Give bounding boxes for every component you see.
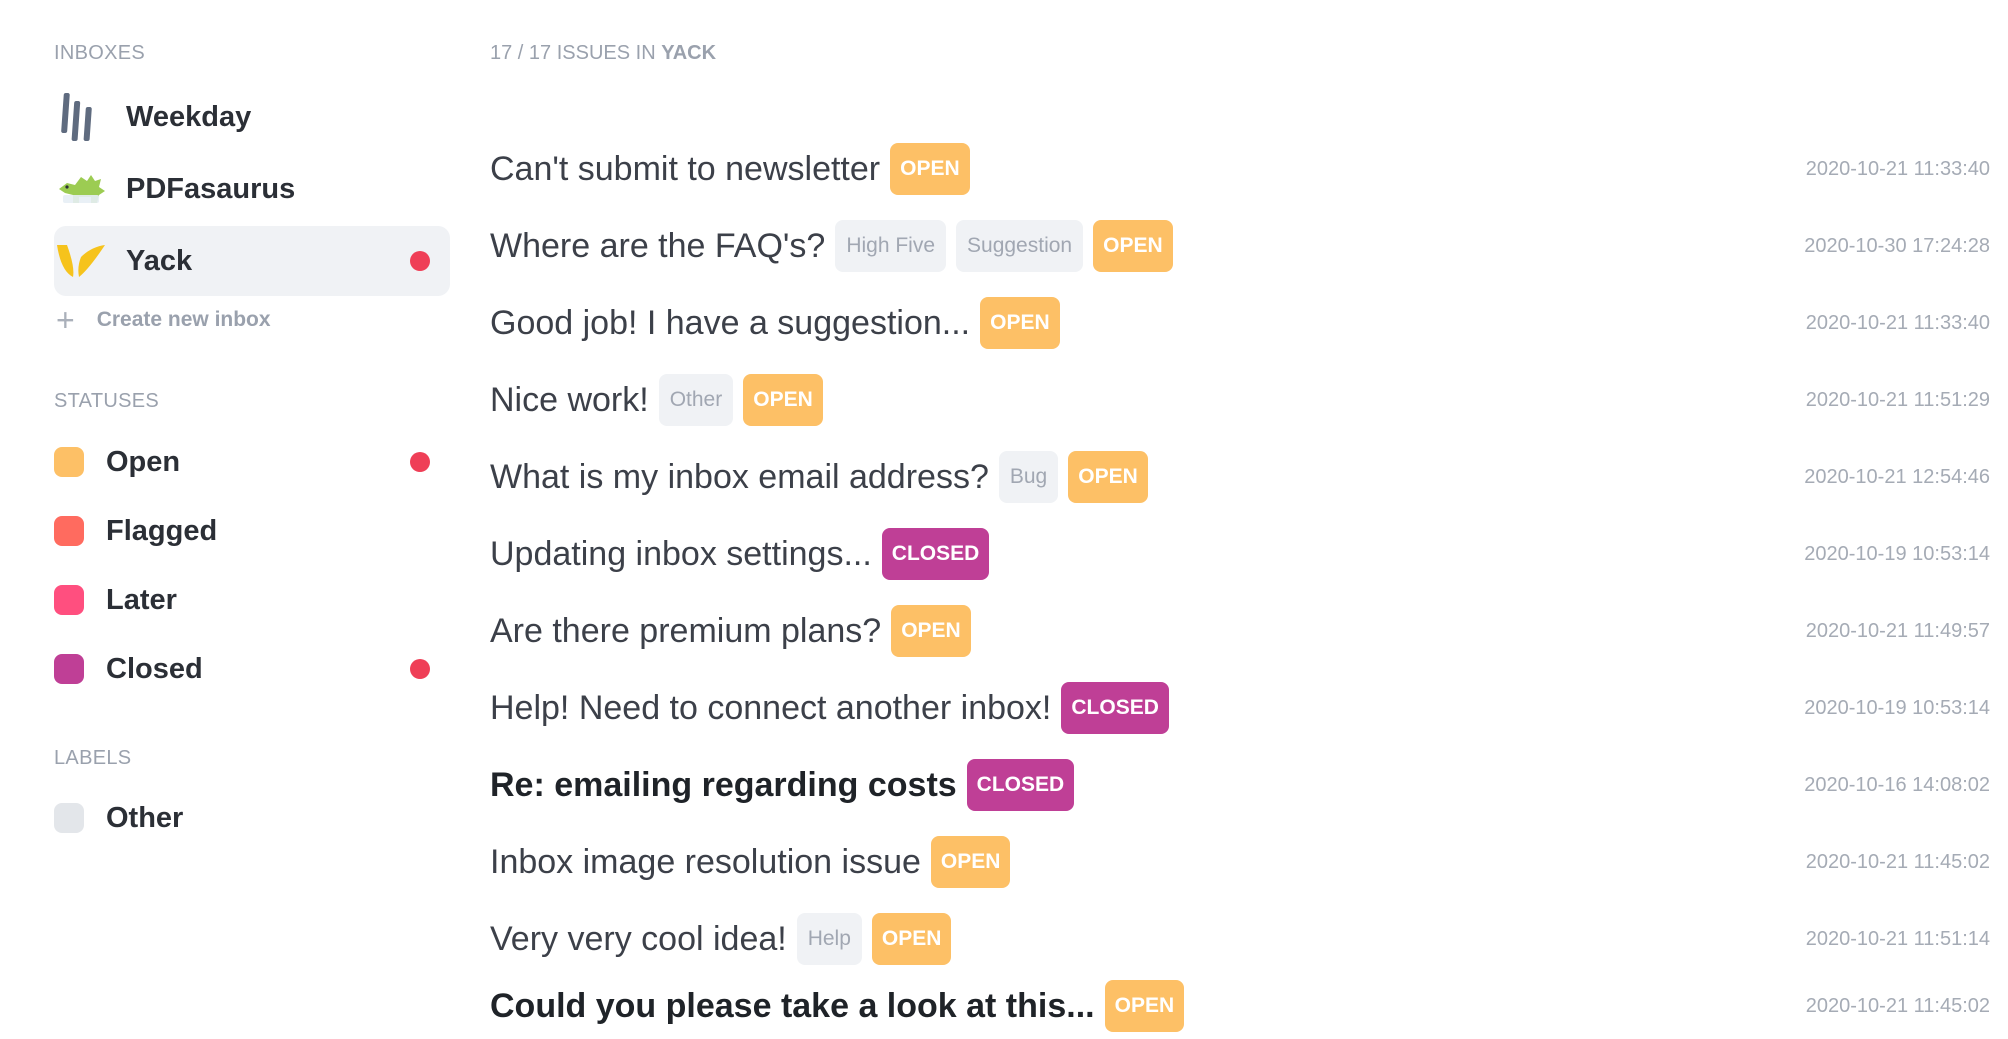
issue-date: 2020-10-21 11:51:29 [1805, 388, 1990, 411]
create-new-inbox-button[interactable]: + Create new inbox [56, 300, 271, 340]
label-label: Other [106, 801, 184, 834]
issue-date: 2020-10-21 11:33:40 [1805, 311, 1990, 334]
issue-date: 2020-10-21 11:51:14 [1805, 927, 1990, 950]
status-badge: CLOSED [1061, 682, 1169, 734]
app: INBOXES Weekday PDFasaurus Yack + Create… [0, 0, 2008, 1039]
issue-date: 2020-10-21 12:54:46 [1804, 465, 1990, 488]
issue-row[interactable]: Very very cool idea! Help OPEN 2020-10-2… [490, 909, 1990, 969]
status-badge: CLOSED [966, 759, 1075, 811]
status-badge: OPEN [1104, 980, 1185, 1032]
issue-title: Re: emailing regarding costs [490, 765, 957, 804]
status-label: Closed [106, 652, 203, 685]
status-swatch [54, 516, 84, 546]
issue-title: Are there premium plans? [490, 611, 882, 650]
label-badge: Other [658, 374, 734, 426]
inbox-label: PDFasaurus [126, 172, 296, 205]
plus-icon: + [56, 302, 75, 338]
issue-date: 2020-10-30 17:24:28 [1804, 234, 1990, 257]
status-item-open[interactable]: Open [54, 437, 450, 487]
create-inbox-label: Create new inbox [96, 308, 271, 331]
issue-title: Good job! I have a suggestion... [490, 303, 971, 342]
label-badge: Help [796, 913, 862, 965]
issue-row[interactable]: Are there premium plans? OPEN 2020-10-21… [490, 601, 1990, 661]
issue-title: Very very cool idea! [490, 919, 787, 958]
issue-title: Could you please take a look at this... [490, 986, 1095, 1025]
issue-title: Updating inbox settings... [490, 534, 872, 573]
status-badge: OPEN [871, 913, 952, 965]
issue-title: Help! Need to connect another inbox! [490, 688, 1052, 727]
status-label: Flagged [106, 514, 218, 547]
unread-indicator [410, 659, 430, 679]
issue-row[interactable]: Nice work! Other OPEN 2020-10-21 11:51:2… [490, 370, 1990, 430]
issue-row[interactable]: Help! Need to connect another inbox! CLO… [490, 678, 1990, 738]
status-swatch [54, 585, 84, 615]
status-badge: OPEN [1068, 451, 1148, 503]
status-swatch [54, 447, 84, 477]
status-label: Open [106, 445, 181, 478]
issue-date: 2020-10-16 14:08:02 [1804, 773, 1990, 796]
issue-date: 2020-10-21 11:45:02 [1805, 850, 1990, 873]
issue-date: 2020-10-19 10:53:14 [1804, 696, 1990, 719]
label-swatch [54, 803, 84, 833]
label-badge: Bug [998, 451, 1059, 503]
status-item-closed[interactable]: Closed [54, 644, 450, 694]
status-item-later[interactable]: Later [54, 575, 450, 625]
status-badge: OPEN [1093, 220, 1173, 272]
issue-list: 17 / 17 ISSUES IN YACK Can't submit to n… [490, 0, 1990, 1039]
sidebar: INBOXES Weekday PDFasaurus Yack + Create… [0, 0, 460, 1039]
issue-row[interactable]: Good job! I have a suggestion... OPEN 20… [490, 293, 1990, 353]
issue-title: Where are the FAQ's? [490, 226, 826, 265]
inbox-item-yack[interactable]: Yack [54, 226, 450, 296]
status-badge: OPEN [980, 297, 1060, 349]
status-swatch [54, 654, 84, 684]
weekday-logo-icon [54, 90, 108, 144]
issue-row[interactable]: Where are the FAQ's? High Five Suggestio… [490, 216, 1990, 276]
inbox-item-weekday[interactable]: Weekday [54, 82, 450, 152]
issue-title: Can't submit to newsletter [490, 149, 881, 188]
issue-count-inbox: YACK [661, 42, 717, 64]
issue-row[interactable]: Inbox image resolution issue OPEN 2020-1… [490, 832, 1990, 892]
inboxes-heading: INBOXES [54, 42, 146, 64]
issue-title: Nice work! [490, 380, 649, 419]
label-badge: Suggestion [956, 220, 1084, 272]
issue-count-heading: 17 / 17 ISSUES IN YACK [490, 42, 716, 65]
issue-title: What is my inbox email address? [490, 457, 989, 496]
status-item-flagged[interactable]: Flagged [54, 506, 450, 556]
labels-heading: LABELS [54, 747, 132, 769]
inbox-label: Yack [126, 244, 193, 277]
label-badge: High Five [835, 220, 947, 272]
issue-row[interactable]: What is my inbox email address? Bug OPEN… [490, 447, 1990, 507]
issue-row[interactable]: Re: emailing regarding costs CLOSED 2020… [490, 755, 1990, 815]
inbox-label: Weekday [126, 100, 252, 133]
label-item-other[interactable]: Other [54, 793, 450, 843]
status-badge: OPEN [743, 374, 823, 426]
unread-indicator [410, 452, 430, 472]
status-badge: OPEN [891, 605, 971, 657]
issue-date: 2020-10-19 10:53:14 [1804, 542, 1990, 565]
dinosaur-logo-icon [54, 162, 108, 216]
issue-date: 2020-10-21 11:33:40 [1805, 157, 1990, 180]
issue-date: 2020-10-21 11:45:02 [1805, 994, 1990, 1017]
issue-row[interactable]: Updating inbox settings... CLOSED 2020-1… [490, 524, 1990, 584]
issue-count-text: 17 / 17 ISSUES IN [490, 42, 656, 64]
status-badge: CLOSED [881, 528, 990, 580]
unread-indicator [410, 251, 430, 271]
status-badge: OPEN [890, 143, 970, 195]
status-badge: OPEN [930, 836, 1011, 888]
issue-row[interactable]: Can't submit to newsletter OPEN 2020-10-… [490, 139, 1990, 199]
issue-title: Inbox image resolution issue [490, 842, 921, 881]
issue-row[interactable]: Could you please take a look at this... … [490, 976, 1990, 1036]
inbox-item-pdfasaurus[interactable]: PDFasaurus [54, 154, 450, 224]
yack-logo-icon [54, 234, 108, 288]
status-label: Later [106, 583, 177, 616]
issue-date: 2020-10-21 11:49:57 [1805, 619, 1990, 642]
statuses-heading: STATUSES [54, 390, 160, 412]
